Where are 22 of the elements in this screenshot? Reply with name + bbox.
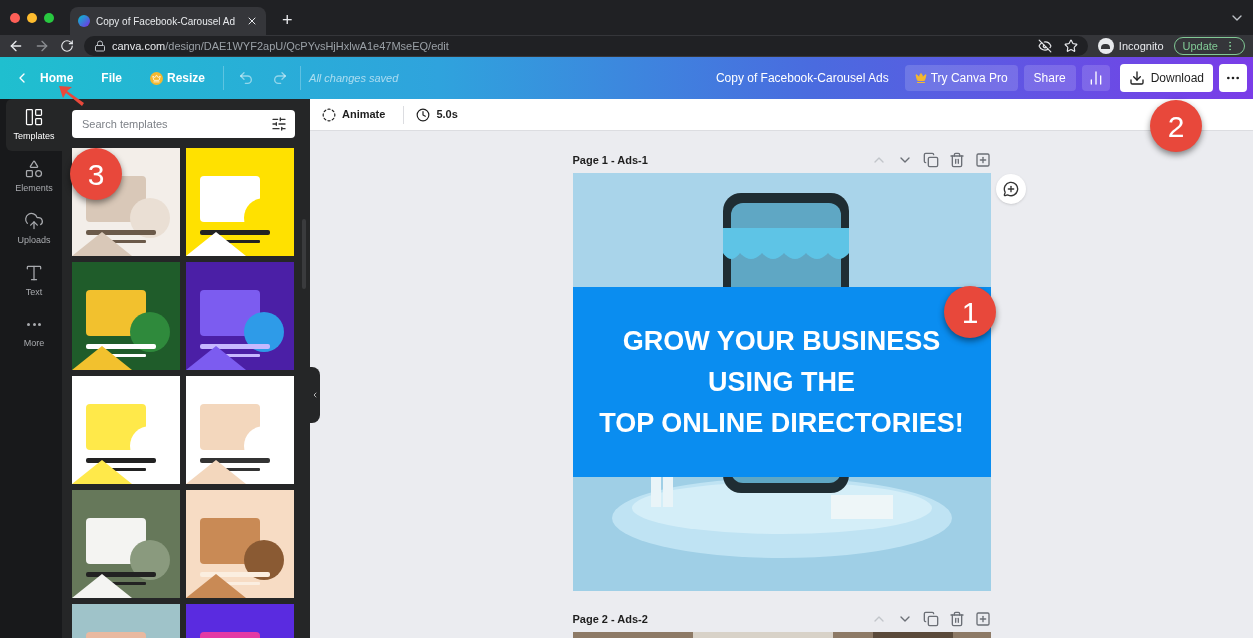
duration-button[interactable]: 5.0s [416, 106, 458, 123]
step-badge: 2 [1150, 100, 1202, 152]
new-tab-button[interactable]: + [282, 10, 293, 29]
animate-button[interactable]: Animate [322, 106, 386, 123]
sidebar-item[interactable]: Elements [6, 151, 62, 203]
search-field[interactable]: Search templates [72, 110, 295, 138]
sidebar-item[interactable]: Templates [6, 99, 62, 151]
sidebar-item[interactable]: Text [6, 255, 62, 307]
tab-title: Copy of Facebook-Carousel Ad [96, 14, 235, 29]
sidebar-item[interactable]: More [6, 307, 62, 359]
url-field[interactable]: canva.com/design/DAE1WYF2apU/QcPYvsHjHxlwA1e47MseEQ/edit [84, 36, 1088, 56]
download-button[interactable]: Download [1119, 64, 1213, 92]
save-status: All changes saved [309, 70, 399, 86]
share-button[interactable]: Share [1023, 65, 1076, 91]
try-pro-button[interactable]: Try Canva Pro [904, 65, 1018, 91]
browser-tab[interactable]: Copy of Facebook-Carousel Ad [70, 7, 266, 35]
profile-label: Incognito [1118, 38, 1164, 54]
page-label: Page 1 - Ads-1 [572, 152, 648, 168]
document-title[interactable]: Copy of Facebook-Carousel Ads [715, 69, 889, 87]
page-label: Page 2 - Ads-2 [572, 611, 648, 627]
url-text: canva.com/design/DAE1WYF2apU/QcPYvsHjHxlwA1e47MseEQ/edit [112, 38, 449, 54]
sidebar-item[interactable]: Uploads [6, 203, 62, 255]
